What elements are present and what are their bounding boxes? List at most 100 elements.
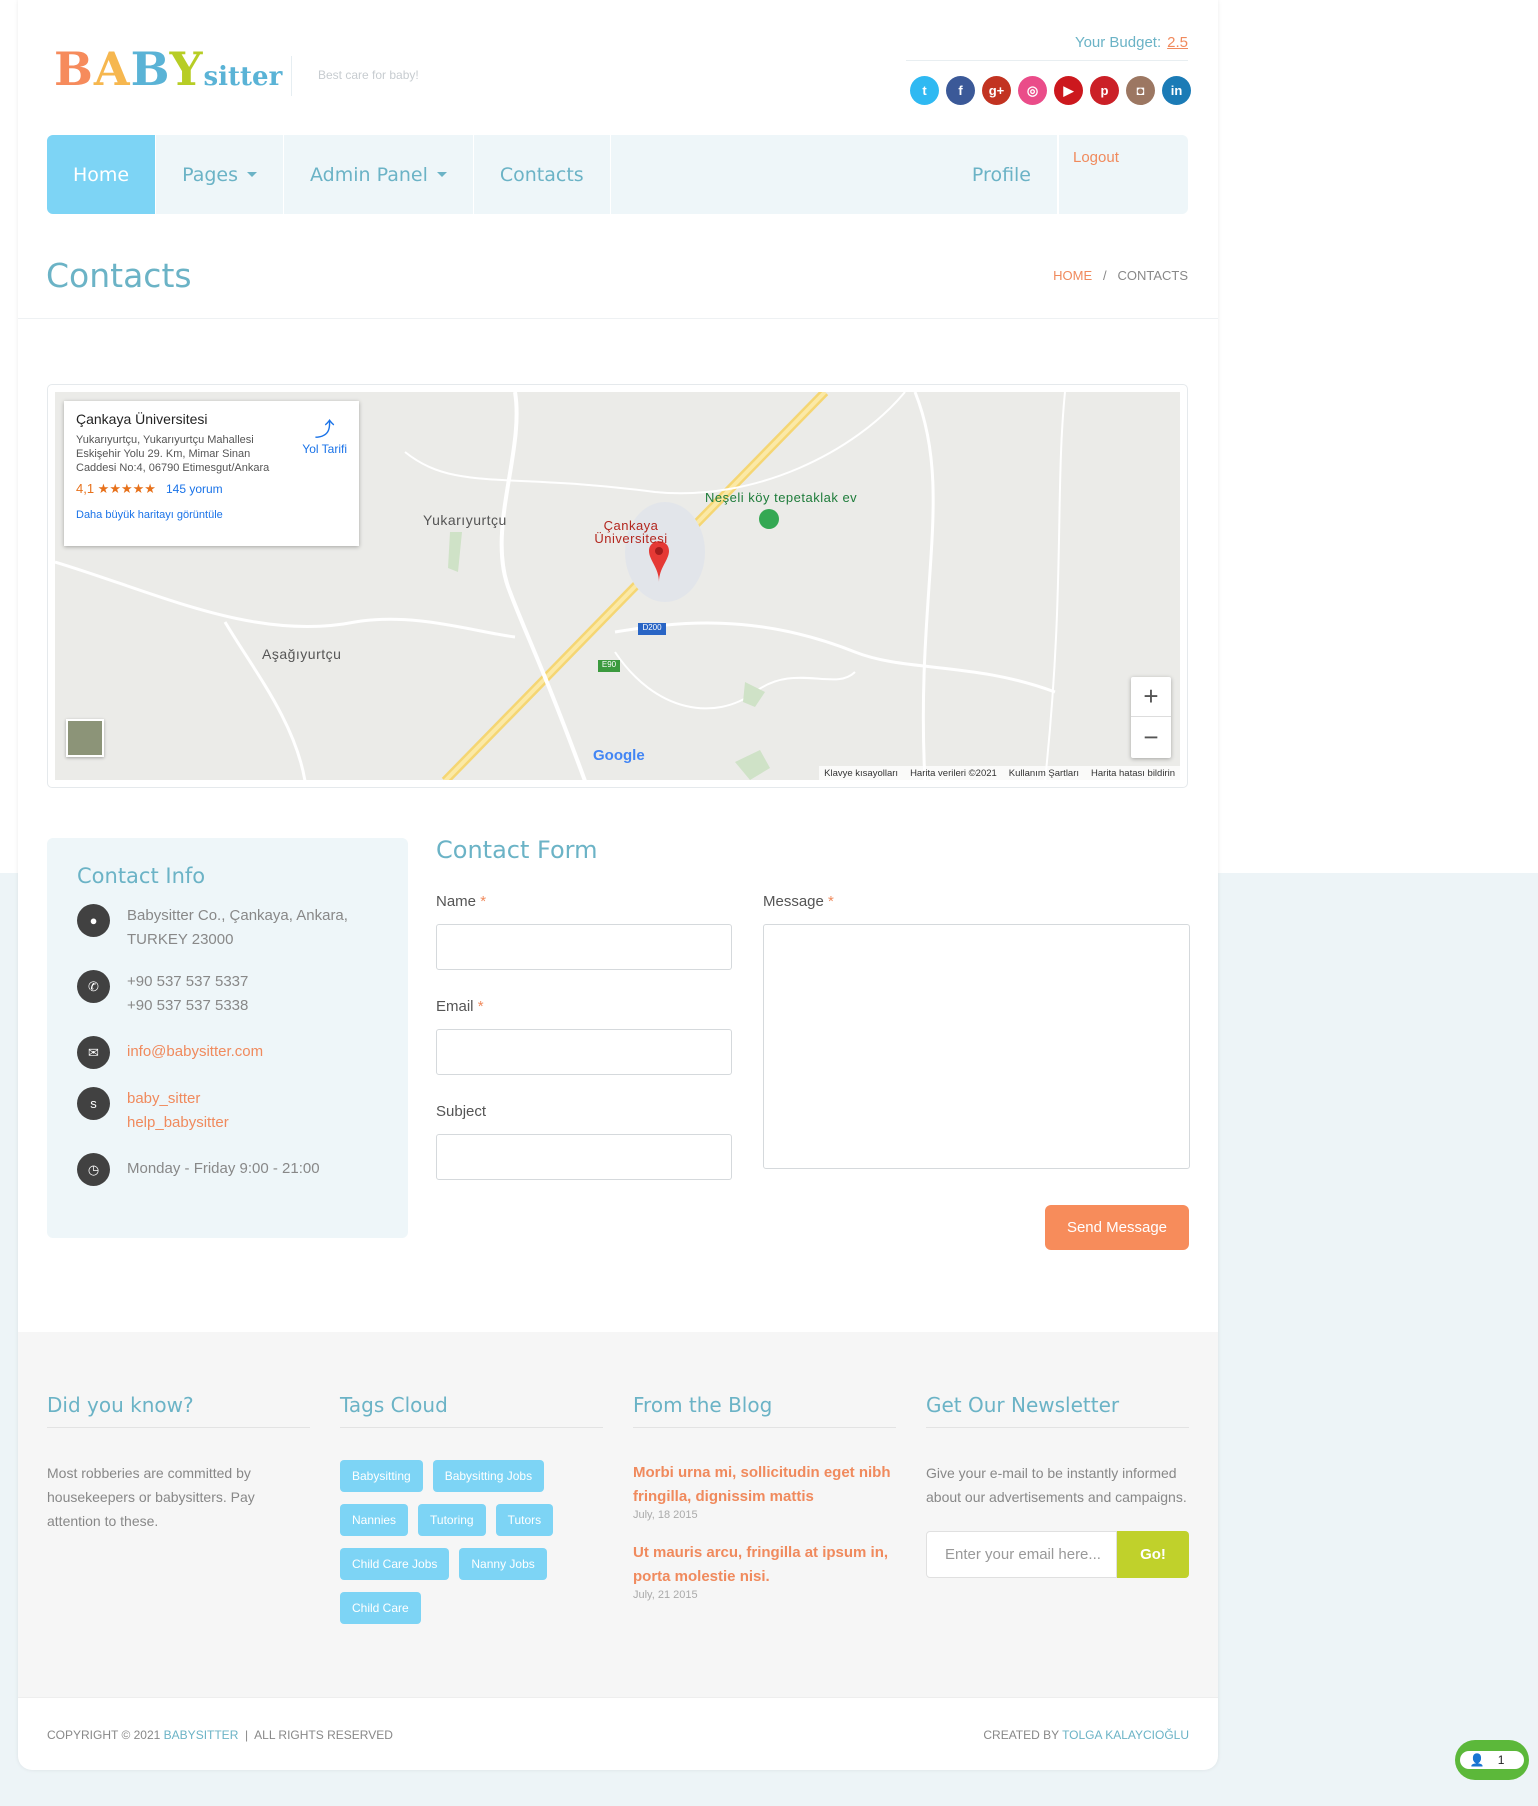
tag-link[interactable]: Child Care Jobs (340, 1548, 450, 1580)
zoom-in-button[interactable]: + (1131, 677, 1171, 717)
email-label: Email * (436, 998, 484, 1015)
google-logo: Google (593, 747, 645, 764)
map-footer-link[interactable]: Kullanım Şartları (1009, 768, 1079, 779)
tag-link[interactable]: Tutoring (418, 1504, 486, 1536)
blog-post-date: July, 21 2015 (633, 1589, 698, 1601)
tag-link[interactable]: Babysitting (340, 1460, 423, 1492)
tag-link[interactable]: Child Care (340, 1592, 421, 1624)
did-you-know-widget: Did you know? Most robberies are committ… (47, 1393, 310, 1533)
instagram-icon[interactable]: ◘ (1126, 76, 1155, 105)
did-you-know-text: Most robberies are committed by housekee… (47, 1465, 255, 1529)
dribbble-icon[interactable]: ◎ (1018, 76, 1047, 105)
main-nav: Home Pages Admin Panel Contacts Profile … (47, 135, 1188, 214)
divider (18, 318, 1218, 319)
credits: CREATED BY TOLGA KALAYCIOĞLU (983, 1728, 1189, 1742)
divider (906, 60, 1188, 61)
map-embed: Yukarıyurtçu Aşağıyurtçu Çankaya Ünivers… (47, 384, 1188, 788)
brand-link[interactable]: BABYSITTER (164, 1728, 239, 1742)
chat-count-badge: 👤 1 (1459, 1751, 1525, 1769)
tags-widget: Tags Cloud Babysitting Babysitting Jobs Na… (340, 1393, 603, 1624)
envelope-icon: ✉ (77, 1036, 110, 1069)
tag-link[interactable]: Tutors (495, 1504, 554, 1536)
newsletter-text: Give your e-mail to be instantly informe… (926, 1465, 1187, 1505)
googleplus-icon[interactable]: g+ (982, 76, 1011, 105)
twitter-icon[interactable]: t (910, 76, 939, 105)
blog-post-date: July, 18 2015 (633, 1509, 698, 1521)
hours: Monday - Friday 9:00 - 21:00 (127, 1160, 320, 1177)
breadcrumb-home[interactable]: HOME (1053, 268, 1092, 283)
reviews-link[interactable]: 145 yorum (166, 482, 223, 496)
message-label: Message * (763, 893, 834, 910)
newsletter-go-button[interactable]: Go! (1117, 1531, 1189, 1578)
page-container: BABYsitter Best care for baby! Your Budg… (18, 0, 1218, 1770)
tag-link[interactable]: Nanny Jobs (459, 1548, 547, 1580)
skype-link[interactable]: help_babysitter (127, 1111, 229, 1135)
budget: Your Budget: 2.5 (1074, 34, 1188, 51)
widget-title: Tags Cloud (340, 1393, 603, 1428)
place-address: Yukarıyurtçu, Yukarıyurtçu Mahallesi Esk… (76, 434, 270, 474)
youtube-icon[interactable]: ▶ (1054, 76, 1083, 105)
contact-info-box: Contact Info ● Babysitter Co., Çankaya, A… (47, 838, 408, 1238)
phones: +90 537 537 5337 +90 537 537 5338 (127, 973, 249, 1014)
tag-link[interactable]: Nannies (340, 1504, 409, 1536)
map-info-card: Çankaya Üniversitesi Yukarıyurtçu, Yukar… (64, 401, 359, 546)
newsletter-form: Enter your email here... Go! (926, 1531, 1189, 1578)
subject-field[interactable] (436, 1134, 732, 1180)
map-footer-link[interactable]: Klavye kısayolları (824, 768, 898, 779)
nav-contacts[interactable]: Contacts (474, 135, 611, 214)
skype-link[interactable]: baby_sitter (127, 1087, 229, 1111)
contact-form-title: Contact Form (436, 836, 598, 864)
directions-button[interactable]: ⤴ Yol Tarifi (302, 413, 347, 456)
chat-widget-button[interactable]: 👤 1 (1455, 1740, 1529, 1780)
breadcrumb: HOME / CONTACTS (1053, 268, 1188, 283)
map-road-label: E90 (601, 660, 617, 669)
page-title: Contacts (46, 256, 192, 295)
copyright-text: COPYRIGHT © 2021 BABYSITTER | ALL RIGHTS… (47, 1728, 393, 1742)
zoom-out-button[interactable]: − (1131, 717, 1171, 757)
widget-title: From the Blog (633, 1393, 896, 1428)
email-link[interactable]: info@babysitter.com (127, 1036, 263, 1069)
map-footer-text: Harita verileri ©2021 (910, 767, 997, 779)
larger-map-link[interactable]: Daha büyük haritayı görüntüle (76, 509, 347, 521)
skype-icon: s (77, 1087, 110, 1120)
pinterest-icon[interactable]: p (1090, 76, 1119, 105)
nav-admin-panel[interactable]: Admin Panel (284, 135, 474, 214)
email-field[interactable] (436, 1029, 732, 1075)
map-canvas[interactable]: Yukarıyurtçu Aşağıyurtçu Çankaya Ünivers… (55, 392, 1180, 780)
linkedin-icon[interactable]: in (1162, 76, 1191, 105)
tag-link[interactable]: Babysitting Jobs (432, 1460, 545, 1492)
name-field[interactable] (436, 924, 732, 970)
blog-post-link[interactable]: Ut mauris arcu, fringilla at ipsum in, p… (633, 1541, 896, 1589)
nav-profile[interactable]: Profile (946, 135, 1058, 214)
subject-label: Subject (436, 1103, 487, 1120)
chevron-down-icon (436, 172, 447, 177)
budget-value[interactable]: 2.5 (1167, 34, 1188, 51)
zoom-controls: + − (1131, 677, 1171, 758)
clock-icon: ◷ (77, 1153, 110, 1186)
chevron-down-icon (247, 172, 258, 177)
address: Babysitter Co., Çankaya, Ankara, TURKEY … (127, 907, 348, 948)
blog-widget: From the Blog Morbi urna mi, sollicitudi… (633, 1393, 896, 1621)
message-textarea[interactable] (763, 924, 1190, 1169)
phone-icon: ✆ (77, 970, 110, 1003)
widget-title: Get Our Newsletter (926, 1393, 1189, 1428)
newsletter-widget: Get Our Newsletter Give your e-mail to b… (926, 1393, 1189, 1578)
nav-logout[interactable]: Logout (1058, 135, 1188, 214)
send-message-button[interactable]: Send Message (1045, 1205, 1189, 1250)
social-links: t f g+ ◎ ▶ p ◘ in (910, 76, 1191, 105)
map-footer-link[interactable]: Harita hatası bildirin (1091, 768, 1175, 779)
facebook-icon[interactable]: f (946, 76, 975, 105)
name-label: Name * (436, 893, 487, 910)
nav-home[interactable]: Home (47, 135, 157, 214)
logo[interactable]: BABYsitter (54, 42, 282, 96)
logo-divider (291, 56, 292, 96)
tagline: Best care for baby! (318, 68, 419, 82)
widget-title: Did you know? (47, 1393, 310, 1428)
author-link[interactable]: TOLGA KALAYCIOĞLU (1062, 1728, 1189, 1742)
nav-pages[interactable]: Pages (156, 135, 285, 214)
blog-post-link[interactable]: Morbi urna mi, sollicitudin eget nibh fr… (633, 1461, 896, 1509)
satellite-toggle[interactable] (66, 719, 104, 757)
directions-icon: ⤴ (314, 419, 335, 441)
map-footer: Klavye kısayolları Harita verileri ©2021… (819, 766, 1180, 780)
newsletter-email-input[interactable]: Enter your email here... (926, 1531, 1117, 1578)
